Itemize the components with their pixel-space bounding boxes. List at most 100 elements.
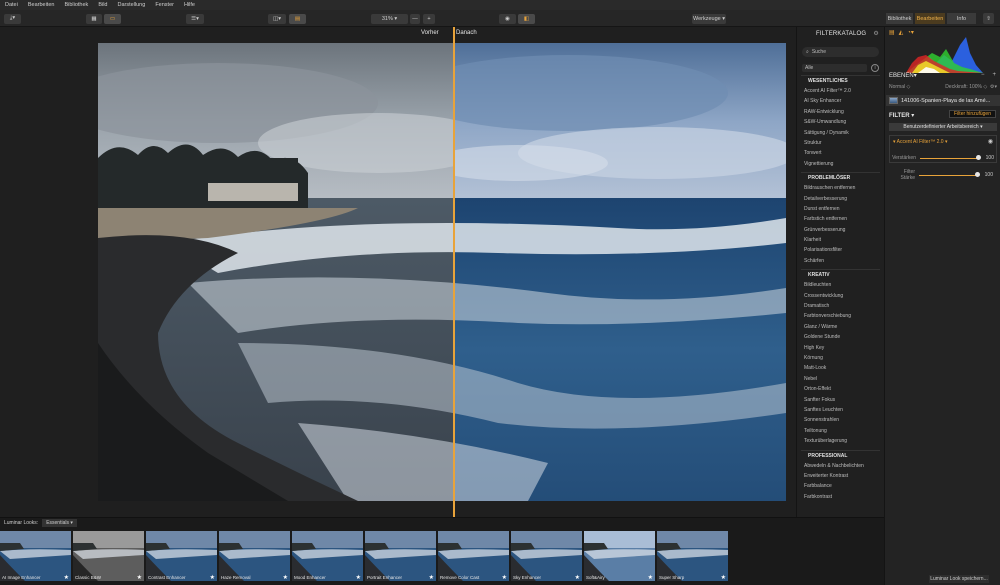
star-icon[interactable]: ★ (429, 574, 434, 581)
preview-toggle-button[interactable]: ◉ (499, 13, 516, 24)
catalog-filter-item[interactable]: Goldene Stunde (797, 332, 884, 342)
catalog-filter-item[interactable]: Orton-Effekt (797, 384, 884, 394)
catalog-filter-item[interactable]: Sättigung / Dynamik (797, 128, 884, 138)
catalog-filter-item[interactable]: Struktur (797, 138, 884, 148)
zoom-out-button[interactable]: — (410, 13, 420, 24)
boost-knob[interactable] (975, 155, 981, 160)
boost-track[interactable] (920, 155, 981, 160)
look-thumbnail[interactable]: Haze Removal ★ (219, 531, 290, 581)
catalog-filter-item[interactable]: Grünverbesserung (797, 225, 884, 235)
star-icon[interactable]: ★ (210, 574, 215, 581)
menu-item-2[interactable]: Bibliothek (64, 2, 88, 8)
photo-preview[interactable] (98, 43, 786, 501)
catalog-filter-item[interactable]: Schärfen (797, 256, 884, 266)
minus-icon[interactable]: − (981, 72, 985, 78)
catalog-filter-item[interactable]: Erweiterter Kontrast (797, 471, 884, 481)
menu-item-0[interactable]: Datei (5, 2, 18, 8)
catalog-filter-item[interactable]: Farbbalance (797, 481, 884, 491)
catalog-filter-item[interactable]: RAW-Entwicklung (797, 107, 884, 117)
star-icon[interactable]: ★ (356, 574, 361, 581)
layers-icon[interactable]: ▤ (889, 29, 895, 36)
looks-category-tab[interactable]: Essentials ▾ (42, 519, 77, 527)
history-button[interactable]: ▤ (289, 13, 306, 24)
catalog-filter-item[interactable]: Abwedeln & Nachbelichten (797, 461, 884, 471)
star-icon[interactable]: ★ (283, 574, 288, 581)
look-thumbnail[interactable]: Sky Enhancer ★ (511, 531, 582, 581)
tools-dropdown[interactable]: Werkzeuge ▾ (692, 13, 726, 24)
compare-split-handle[interactable] (453, 27, 455, 517)
star-icon[interactable]: ★ (575, 574, 580, 581)
tab-library[interactable]: Bibliothek (886, 13, 913, 24)
workspace-select[interactable]: Benutzerdefinierter Arbeitsbereich ▾ (889, 123, 997, 131)
catalog-filter-item[interactable]: Teiltonung (797, 426, 884, 436)
catalog-filter-item[interactable]: Tonwert (797, 148, 884, 158)
eye-icon[interactable]: ◉ (988, 138, 993, 145)
menu-item-1[interactable]: Bearbeiten (28, 2, 55, 8)
panel-toggle-button[interactable]: ◫▾ (268, 13, 286, 24)
menu-item-4[interactable]: Darstellung (117, 2, 145, 8)
catalog-filter-item[interactable]: Dunst entfernen (797, 204, 884, 214)
look-thumbnail[interactable]: Portrait Enhancer ★ (365, 531, 436, 581)
star-icon[interactable]: ★ (137, 574, 142, 581)
catalog-filter-item[interactable]: S&W-Umwandlung (797, 117, 884, 127)
boost-slider[interactable]: Verstärken 100 (890, 154, 998, 162)
catalog-filter-item[interactable]: AI Sky Enhancer (797, 96, 884, 106)
catalog-filter-item[interactable]: Sanfter Fokus (797, 395, 884, 405)
look-thumbnail[interactable]: Soft&Airy ★ (584, 531, 655, 581)
catalog-filter-item[interactable]: Sonnenstrahlen (797, 415, 884, 425)
plus-icon[interactable]: + (992, 72, 996, 78)
zoom-select[interactable]: 31% ▾ (371, 13, 408, 24)
blend-mode-select[interactable]: Normal ◇ (889, 84, 910, 90)
catalog-filter-item[interactable]: High Key (797, 343, 884, 353)
grid-view-button[interactable]: ▦ (86, 13, 102, 24)
catalog-filter-item[interactable]: Vignettierung (797, 159, 884, 169)
menu-item-3[interactable]: Bild (98, 2, 107, 8)
filter-strength-slider[interactable]: Filter Stärke 100 (889, 169, 997, 181)
opacity-select[interactable]: Deckkraft: 100% ◇ ⚙▾ (945, 84, 997, 90)
look-thumbnail[interactable]: Classic B&W ★ (73, 531, 144, 581)
histogram-icon[interactable]: ◭ (899, 29, 904, 36)
catalog-filter-item[interactable]: Crossentwicklung (797, 291, 884, 301)
import-button[interactable]: ⤓▾ (4, 13, 21, 24)
menu-item-5[interactable]: Fenster (155, 2, 174, 8)
catalog-filter-item[interactable]: Klarheit (797, 235, 884, 245)
info-icon[interactable]: i (871, 63, 879, 72)
tab-info[interactable]: Info (947, 13, 976, 24)
star-icon[interactable]: ★ (64, 574, 69, 581)
catalog-filter-item[interactable]: Detailverbesserung (797, 194, 884, 204)
star-icon[interactable]: ★ (648, 574, 653, 581)
star-icon[interactable]: ★ (721, 574, 726, 581)
look-thumbnail[interactable]: Super Sharp ★ (657, 531, 728, 581)
zoom-in-button[interactable]: + (423, 13, 435, 24)
single-view-button[interactable]: ▭ (104, 13, 121, 24)
filter-strength-knob[interactable] (974, 172, 980, 177)
catalog-filter-item[interactable]: Farbkontrast (797, 492, 884, 502)
catalog-filter-item[interactable]: Dramatisch (797, 301, 884, 311)
star-icon[interactable]: ★ (502, 574, 507, 581)
layer-item[interactable]: 141006-Spanien-Playa de las Amé... (886, 95, 1000, 106)
catalog-filter-item[interactable]: Matt-Look (797, 363, 884, 373)
catalog-filter-item[interactable]: Sanftes Leuchten (797, 405, 884, 415)
catalog-filter-item[interactable]: Bildrauschen entfernen (797, 183, 884, 193)
active-filter-title[interactable]: ▾ Accent AI Filter™ 2.0 ▾ (890, 136, 996, 145)
catalog-filter-item[interactable]: Accent AI Filter™ 2.0 (797, 86, 884, 96)
menu-item-6[interactable]: Hilfe (184, 2, 195, 8)
catalog-filter-item[interactable]: Farbtonverschiebung (797, 311, 884, 321)
catalog-filter-item[interactable]: Farbstich entfernen (797, 214, 884, 224)
gear-icon[interactable]: ⚙ (873, 30, 879, 37)
save-look-button[interactable]: Luminar Look speichern... (929, 575, 989, 583)
filter-title[interactable]: FILTER ▾ (889, 112, 914, 119)
compare-button[interactable]: ◧ (518, 13, 535, 24)
look-thumbnail[interactable]: Remove Color Cast ★ (438, 531, 509, 581)
catalog-filter-item[interactable]: Polarisationsfilter (797, 245, 884, 255)
catalog-filter-item[interactable]: Texturüberlagerung (797, 436, 884, 446)
catalog-filter-item[interactable]: Bildleuchten (797, 280, 884, 290)
share-button[interactable]: ⇧ (983, 13, 994, 24)
layers-title[interactable]: EBENEN▾ (889, 72, 917, 79)
filter-strength-track[interactable] (919, 172, 980, 177)
catalog-filter-item[interactable]: Körnung (797, 353, 884, 363)
catalog-search-input[interactable]: ⌕ Suche (802, 47, 879, 57)
tab-edit[interactable]: Bearbeiten (915, 13, 945, 24)
look-thumbnail[interactable]: Contrast Enhancer ★ (146, 531, 217, 581)
sort-button[interactable]: ☰▾ (186, 13, 204, 24)
